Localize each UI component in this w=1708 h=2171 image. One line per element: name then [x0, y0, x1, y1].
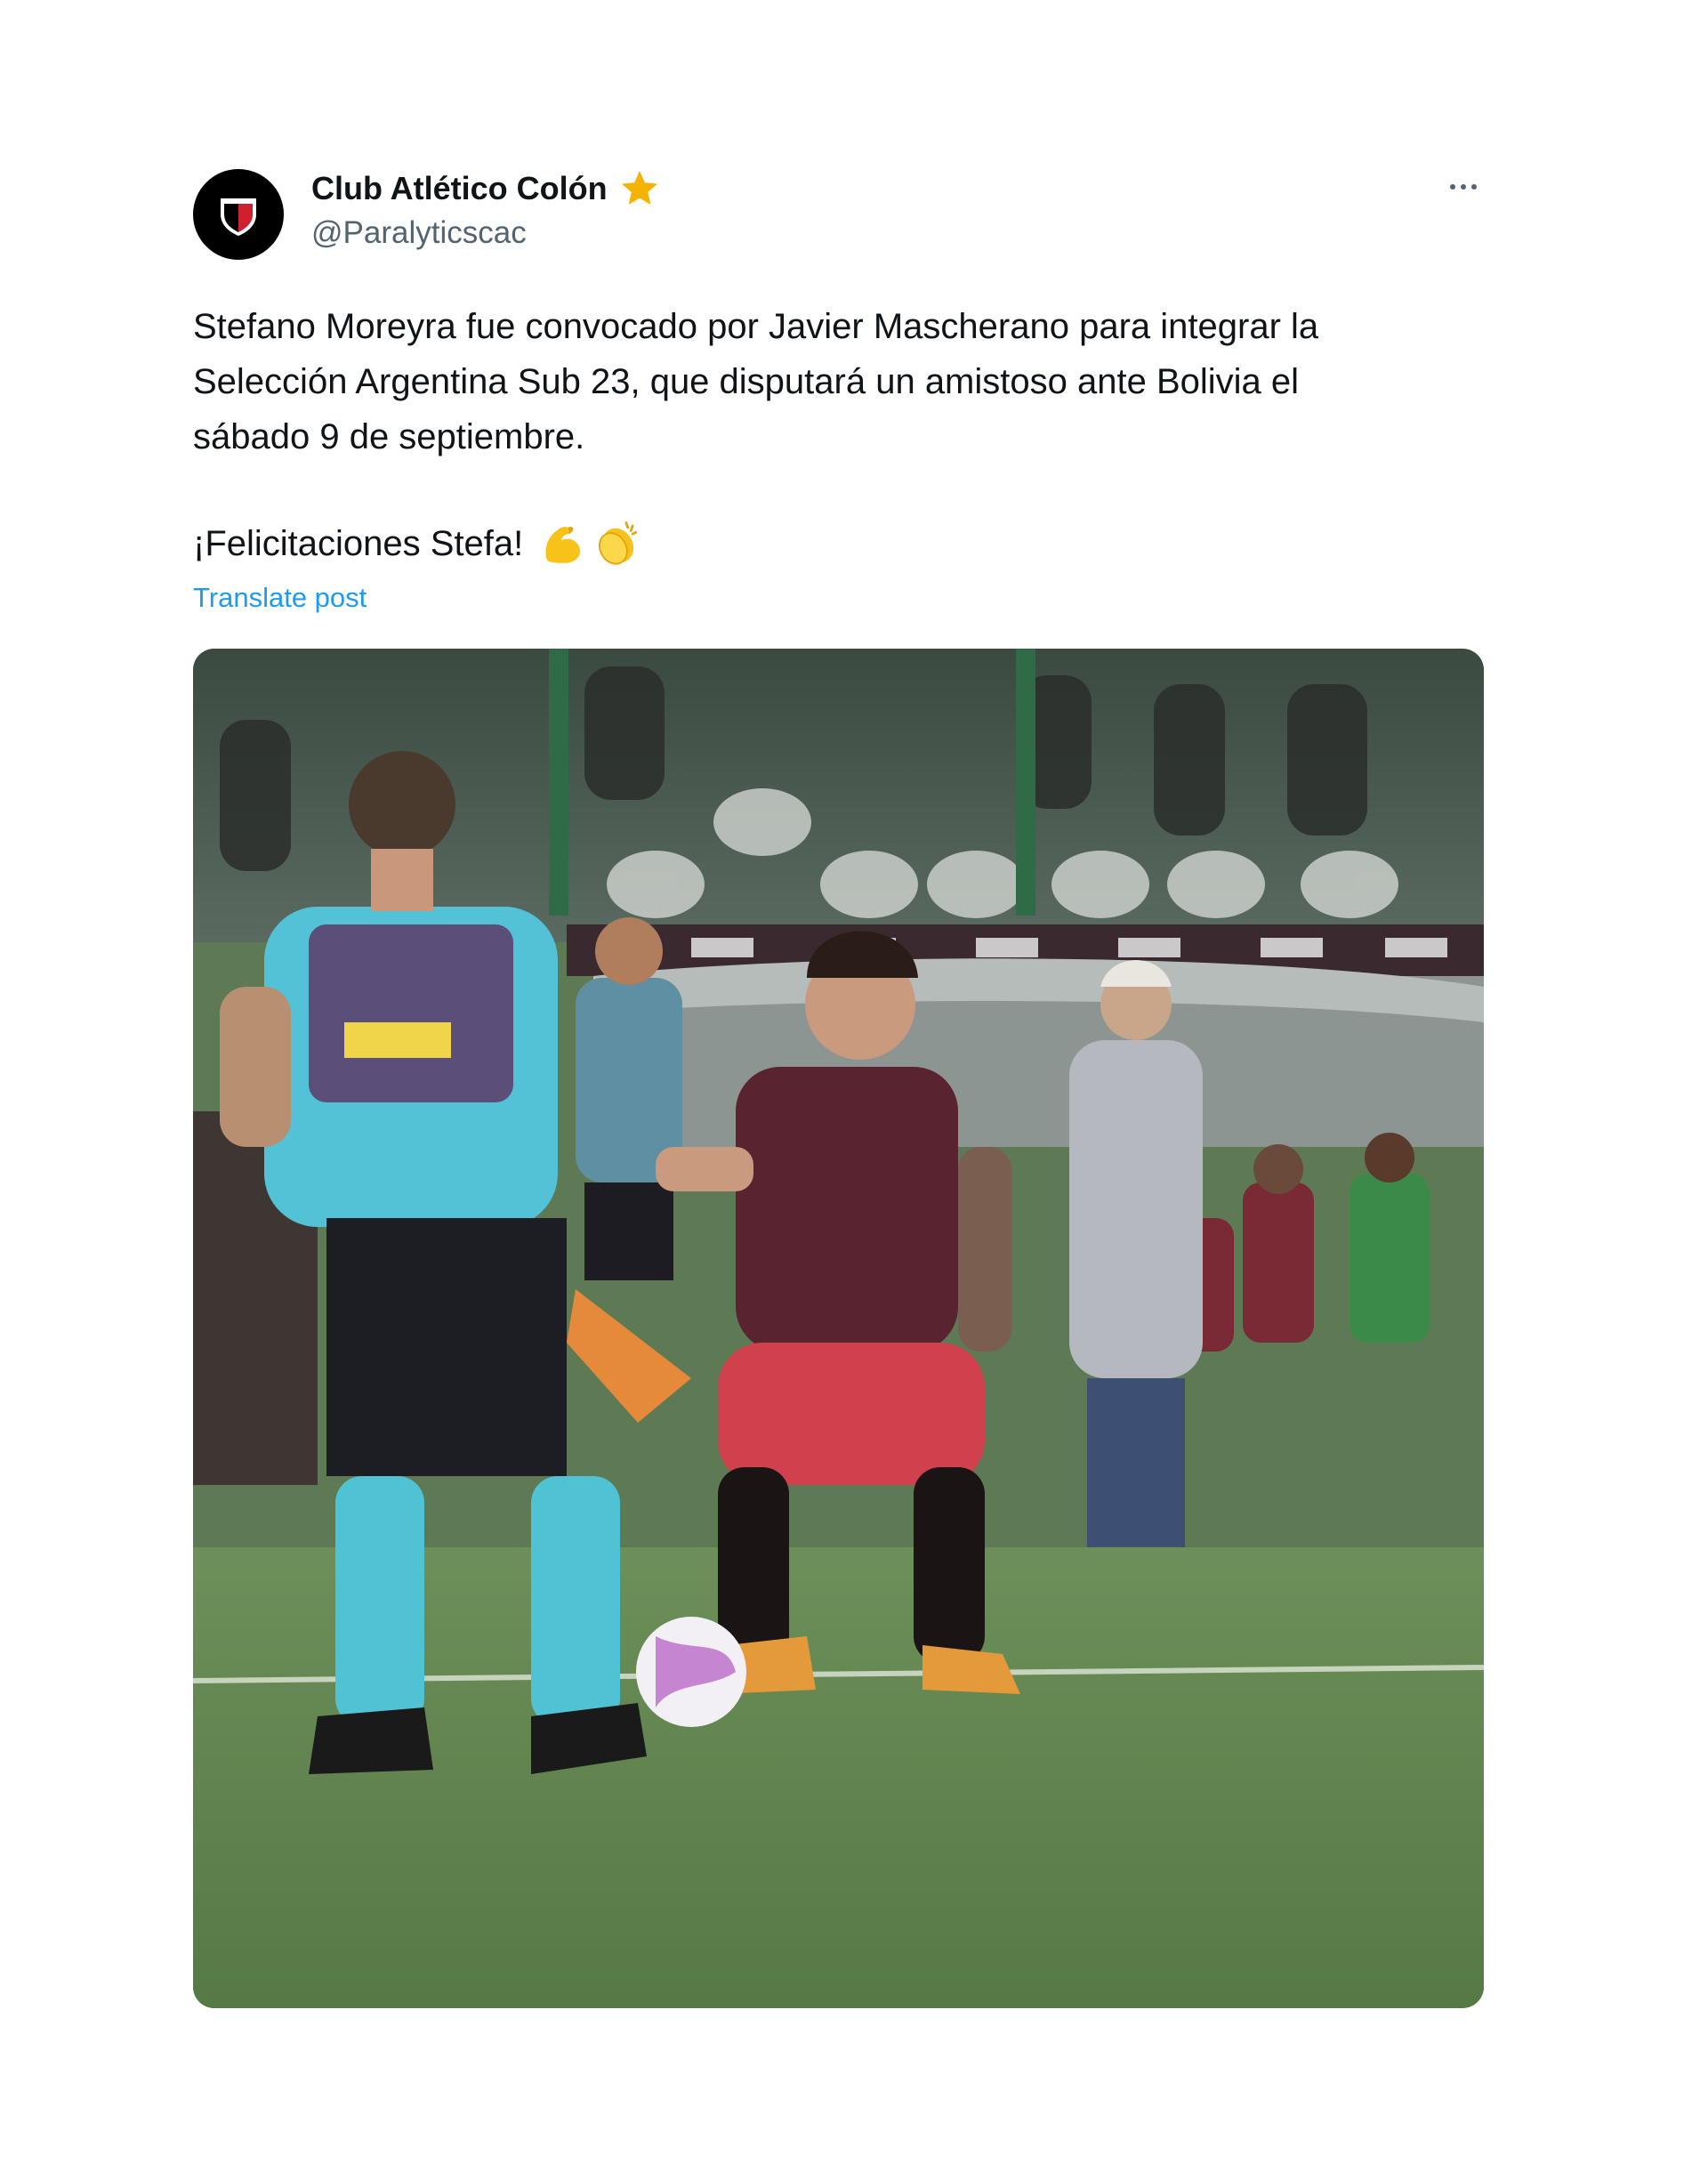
flexed-biceps-icon — [537, 518, 589, 569]
star-verified-icon — [618, 167, 661, 210]
author-avatar[interactable] — [193, 169, 284, 260]
author-handle[interactable]: @Paralyticscac — [311, 215, 527, 251]
more-options-icon[interactable] — [1437, 169, 1490, 205]
tweet-photo[interactable] — [193, 649, 1484, 2008]
tweet-cheers-line: ¡Felicitaciones Stefa! — [193, 516, 642, 571]
tweet-text-line: Stefano Moreyra fue convocado por Javier… — [193, 307, 1319, 346]
club-shield-icon — [221, 198, 256, 236]
author-name-text: Club Atlético Colón — [311, 170, 608, 206]
tweet-card: Club Atlético Colón @Paralyticscac Stefa… — [0, 0, 1708, 2171]
football-match-photo — [193, 649, 1484, 2008]
clapping-hands-icon — [591, 518, 642, 569]
translate-post-link[interactable]: Translate post — [193, 582, 367, 614]
cheers-text: ¡Felicitaciones Stefa! — [193, 524, 524, 563]
tweet-text-line: Selección Argentina Sub 23, que disputar… — [193, 362, 1300, 401]
tweet-text-line: sábado 9 de septiembre. — [193, 417, 585, 456]
author-name[interactable]: Club Atlético Colón — [311, 167, 661, 210]
tweet-text: Stefano Moreyra fue convocado por Javier… — [193, 299, 1510, 464]
